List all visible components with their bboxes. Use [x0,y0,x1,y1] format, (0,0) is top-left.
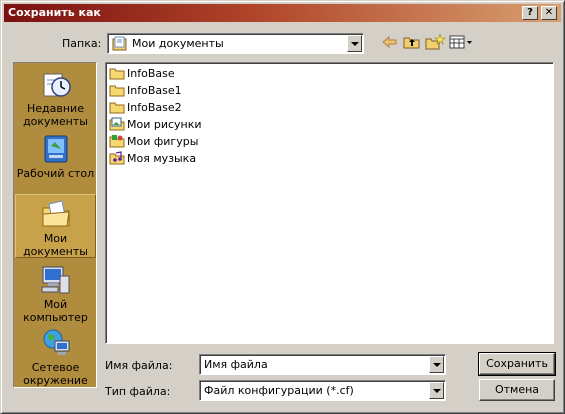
folder-icon [109,102,125,114]
place-desktop[interactable]: Рабочий стол [15,131,96,195]
file-name: Моя музыка [127,151,197,165]
recent-documents-icon [43,73,71,97]
list-item[interactable]: Мои рисунки [109,116,202,132]
back-arrow-icon [382,35,397,49]
my-computer-icon [41,266,69,294]
cancel-button[interactable]: Отмена [479,379,555,401]
save-as-dialog: Сохранить как ? ✕ Папка: Мои документы Н… [0,0,565,414]
title-bar[interactable]: Сохранить как ? ✕ [4,4,561,22]
filename-value: Имя файла [204,358,268,371]
list-item[interactable]: InfoBase [109,65,175,81]
up-folder-icon [403,37,420,49]
file-name: Мои рисунки [127,117,202,131]
view-menu-button[interactable] [448,33,474,51]
file-name: InfoBase [127,66,175,80]
folder-value: Мои документы [132,37,224,50]
network-icon [43,329,69,355]
list-item[interactable]: Моя музыка [109,150,196,166]
place-label: Рабочий стол [16,167,95,180]
desktop-icon [44,135,67,163]
view-menu-icon [449,35,472,49]
filetype-dropdown-button[interactable] [429,382,444,399]
place-network[interactable]: Сетевое окружение [15,325,96,387]
window-title: Сохранить как [8,6,101,19]
place-label: Мои документы [23,232,88,258]
save-button[interactable]: Сохранить [478,352,556,376]
file-list[interactable]: InfoBase InfoBase1 InfoBase2 Мои рисунки [105,62,554,344]
filetype-select[interactable]: Файл конфигурации (*.cf) [199,380,446,401]
folder-dropdown-button[interactable] [347,35,362,52]
file-name: InfoBase2 [127,100,182,114]
folder-select[interactable]: Мои документы [107,33,364,54]
new-folder-button[interactable] [424,33,446,51]
folder-label: Папка: [62,37,102,50]
my-documents-small-icon [112,36,127,51]
list-item[interactable]: InfoBase1 [109,82,182,98]
my-documents-icon [42,200,70,227]
pictures-folder-icon [109,117,125,131]
filename-dropdown-button[interactable] [429,356,444,373]
filename-label: Имя файла: [105,359,173,372]
close-button[interactable]: ✕ [541,6,557,20]
music-folder-icon [109,151,125,165]
new-folder-icon [425,33,446,50]
list-item[interactable]: InfoBase2 [109,99,182,115]
filetype-value: Файл конфигурации (*.cf) [204,384,354,397]
places-bar: Недавние документы Рабочий стол Мои доку… [13,62,97,388]
list-item[interactable]: Мои фигуры [109,133,198,149]
place-label: Мой компьютер [23,298,88,324]
shapes-folder-icon [109,135,125,148]
folder-icon [109,68,125,80]
back-button[interactable] [380,33,400,51]
file-name: Мои фигуры [127,134,199,148]
folder-icon [109,85,125,97]
place-recent-documents[interactable]: Недавние документы [15,66,96,130]
filetype-label: Тип файла: [105,385,171,398]
up-folder-button[interactable] [402,33,422,51]
place-label: Недавние документы [23,102,88,128]
place-my-documents[interactable]: Мои документы [15,194,96,258]
help-button[interactable]: ? [522,6,538,20]
place-my-computer[interactable]: Мой компьютер [15,262,96,326]
filename-input[interactable]: Имя файла [199,354,446,375]
file-name: InfoBase1 [127,83,182,97]
place-label: Сетевое окружение [23,361,88,387]
